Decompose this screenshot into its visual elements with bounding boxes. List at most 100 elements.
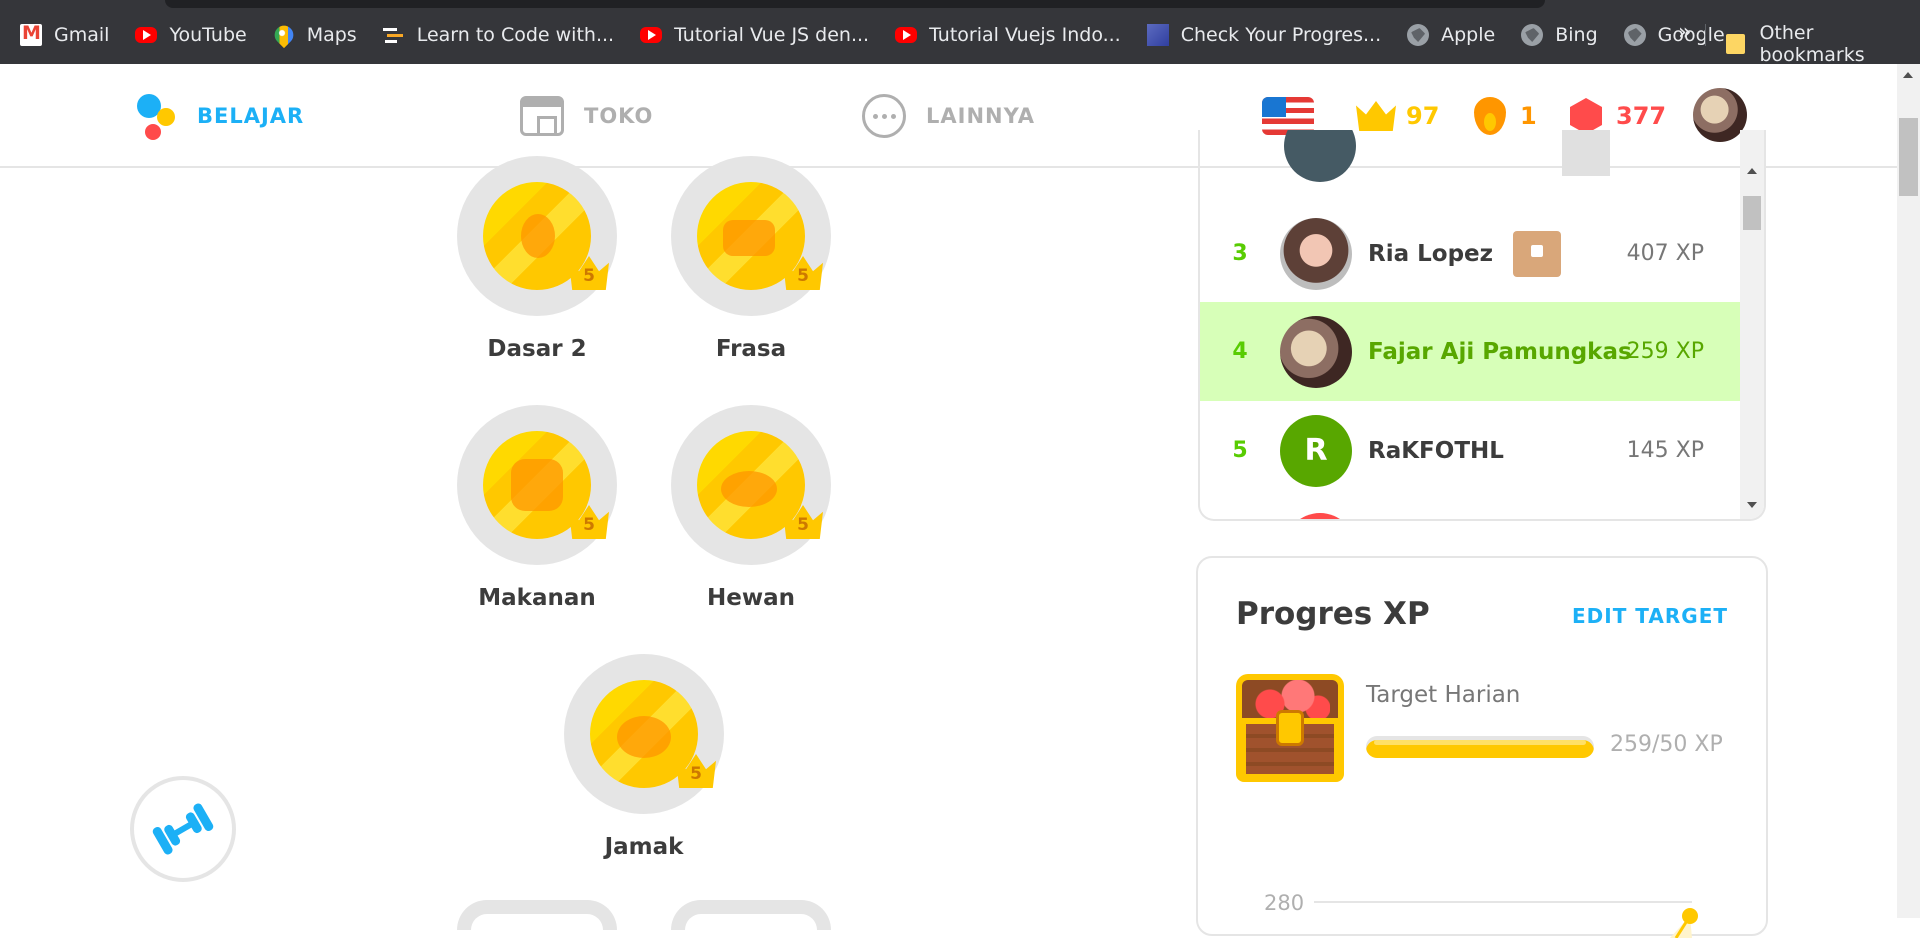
bookmark-tutorial-vue-2[interactable]: Tutorial Vuejs Indo...: [895, 24, 1121, 46]
leaderboard-name: Fajar Aji Pamungkas: [1368, 338, 1632, 365]
learn-icon: [135, 90, 177, 142]
leaderboard-name: Ria Lopez: [1368, 240, 1494, 267]
skill-ring: 5: [671, 405, 831, 565]
scroll-up-arrow-icon[interactable]: [1747, 168, 1757, 174]
bookmark-apple[interactable]: Apple: [1407, 24, 1495, 46]
xp-progress-card: Progres XP EDIT TARGET Target Harian 259…: [1196, 556, 1768, 938]
youtube-icon: [640, 27, 663, 43]
shop-icon: [520, 96, 564, 136]
bookmarks-divider: [1705, 24, 1706, 46]
bookmark-label: Maps: [306, 24, 357, 46]
skill-jamak[interactable]: 5 Jamak: [564, 654, 724, 860]
dumbbell-icon: [151, 802, 215, 856]
skill-ring: 5: [671, 156, 831, 316]
skill-ring: 5: [457, 405, 617, 565]
leaderboard[interactable]: 3 Ria Lopez 407 XP 4 Fajar Aji Pamungkas…: [1198, 130, 1766, 521]
globe-icon: [1521, 24, 1544, 46]
gmail-icon: [20, 22, 42, 46]
gems-count: 377: [1616, 102, 1667, 130]
leaderboard-rank: 4: [1232, 339, 1248, 364]
leaderboard-name: RaKFOTHL: [1368, 437, 1504, 464]
nav-tab-lainnya[interactable]: LAINNYA: [862, 64, 1035, 168]
skill-ring: 5: [457, 156, 617, 316]
bookmark-label: Apple: [1441, 24, 1496, 46]
more-bookmarks-button[interactable]: »: [1678, 20, 1691, 45]
skill-ring[interactable]: [457, 900, 617, 930]
bookmark-bing[interactable]: Bing: [1521, 24, 1598, 46]
other-bookmarks-button[interactable]: Other bookmarks: [1726, 22, 1920, 66]
avatar: R: [1280, 414, 1352, 487]
globe-icon: [1407, 24, 1430, 46]
scroll-up-arrow-icon[interactable]: [1903, 72, 1913, 78]
bookmark-youtube[interactable]: YouTube: [135, 24, 247, 46]
bookmark-label: Check Your Progres...: [1180, 24, 1382, 46]
avatar: [1280, 217, 1352, 290]
maps-icon: [270, 21, 297, 49]
skill-ring: 5: [564, 654, 724, 814]
leaderboard-scrollbar[interactable]: [1740, 130, 1764, 519]
code-icon: [382, 24, 405, 46]
edit-target-button[interactable]: EDIT TARGET: [1572, 604, 1728, 628]
crown-icon: [1356, 101, 1396, 131]
bookmark-google[interactable]: Google: [1623, 24, 1725, 46]
other-bookmarks-label: Other bookmarks: [1759, 22, 1865, 66]
practice-button[interactable]: [130, 776, 236, 882]
nav-tab-label: LAINNYA: [926, 104, 1036, 128]
scrollbar-thumb[interactable]: [1899, 118, 1918, 196]
bookmark-label: Tutorial Vue JS den...: [674, 24, 870, 46]
burger-icon: [511, 459, 563, 511]
skill-frasa[interactable]: 5 Frasa: [671, 156, 831, 362]
scroll-down-arrow-icon[interactable]: [1747, 502, 1757, 508]
bookmark-maps[interactable]: Maps: [270, 21, 357, 49]
more-icon: [862, 94, 906, 138]
gem-icon: [1570, 98, 1602, 134]
daily-goal-value: 259/50 XP: [1610, 732, 1723, 757]
leaderboard-row[interactable]: 5 R RaKFOTHL 145 XP: [1200, 401, 1740, 500]
bookmark-label: Bing: [1555, 24, 1598, 46]
skill-hewan[interactable]: 5 Hewan: [671, 405, 831, 611]
address-bar[interactable]: [165, 0, 1545, 8]
folder-icon: [1726, 34, 1746, 54]
bookmark-tutorial-vue-1[interactable]: Tutorial Vue JS den...: [640, 24, 869, 46]
leaderboard-xp: 145 XP: [1626, 438, 1704, 463]
bookmark-list: Gmail YouTube Maps Learn to Code with...…: [20, 21, 1751, 49]
treasure-chest-icon: [1236, 666, 1344, 782]
skill-level: 5: [690, 764, 702, 784]
bookmarks-bar: Gmail YouTube Maps Learn to Code with...…: [0, 0, 1920, 66]
bookmark-label: Tutorial Vuejs Indo...: [929, 24, 1121, 46]
bookmark-gmail[interactable]: Gmail: [20, 22, 109, 46]
speech-bubble-icon: [723, 220, 775, 256]
youtube-icon: [895, 27, 918, 43]
leaderboard-row[interactable]: 3 Ria Lopez 407 XP: [1200, 204, 1740, 303]
leaderboard-row-current-user[interactable]: 4 Fajar Aji Pamungkas 259 XP: [1200, 302, 1740, 401]
nav-tab-label: TOKO: [584, 104, 654, 128]
skill-makanan[interactable]: 5 Makanan: [457, 405, 617, 611]
bookmark-label: Learn to Code with...: [416, 24, 615, 46]
nav-tab-label: BELAJAR: [197, 104, 305, 128]
skill-level: 5: [797, 266, 809, 286]
daily-goal-progress-bar: [1366, 736, 1594, 758]
skill-level: 5: [583, 266, 595, 286]
page-scrollbar[interactable]: [1897, 64, 1920, 918]
daily-goal-label: Target Harian: [1366, 682, 1521, 708]
chest-icon: [1562, 130, 1610, 176]
youtube-icon: [135, 27, 158, 43]
skill-label: Dasar 2: [487, 336, 587, 362]
skill-label: Hewan: [707, 585, 795, 611]
avatar: [1284, 130, 1356, 182]
leaderboard-rank: 3: [1232, 241, 1248, 266]
bookmark-label: YouTube: [169, 24, 247, 46]
globe-icon: [1623, 24, 1646, 46]
crowns-count: 97: [1406, 102, 1440, 130]
leaderboard-rank: 5: [1232, 438, 1248, 463]
fish-icon: [721, 471, 777, 507]
bookmark-check-progress[interactable]: Check Your Progres...: [1146, 24, 1382, 46]
skill-ring[interactable]: [671, 900, 831, 930]
skill-level: 5: [797, 515, 809, 535]
nav-tab-toko[interactable]: TOKO: [520, 64, 653, 168]
scrollbar-thumb[interactable]: [1743, 196, 1761, 230]
nav-tab-belajar[interactable]: BELAJAR: [135, 64, 304, 168]
xp-progress-title: Progres XP: [1236, 596, 1430, 632]
skill-dasar-2[interactable]: 5 Dasar 2: [457, 156, 617, 362]
bookmark-learn-to-code[interactable]: Learn to Code with...: [382, 24, 615, 46]
